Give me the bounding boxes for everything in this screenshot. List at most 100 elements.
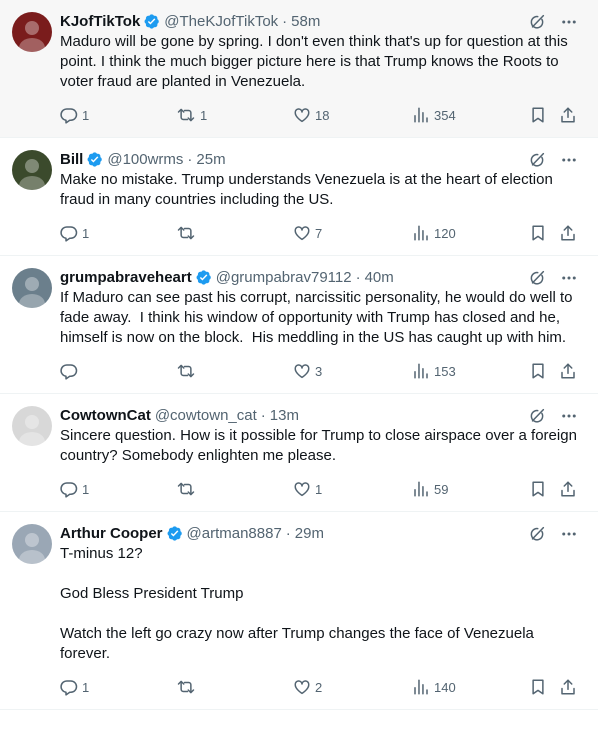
- repost-button[interactable]: [176, 479, 200, 499]
- share-button[interactable]: [559, 479, 577, 499]
- more-icon[interactable]: [560, 269, 578, 292]
- verified-badge-icon: [166, 525, 183, 542]
- user-handle[interactable]: @artman8887: [187, 525, 282, 542]
- like-button[interactable]: 18: [293, 105, 329, 125]
- timestamp[interactable]: 29m: [295, 525, 324, 542]
- grok-icon[interactable]: [528, 269, 546, 292]
- like-button[interactable]: 2: [293, 677, 322, 697]
- action-bar: 1 7 120: [60, 215, 582, 255]
- reply-tweet[interactable]: Bill @100wrms · 25m Make no mistake. Tru…: [0, 138, 598, 256]
- grok-icon[interactable]: [528, 13, 546, 36]
- repost-button[interactable]: 1: [176, 105, 207, 125]
- reply-button[interactable]: 1: [60, 677, 89, 697]
- action-bar: 3 153: [60, 353, 582, 393]
- repost-count: 1: [200, 107, 208, 123]
- views-button[interactable]: 354: [412, 105, 456, 125]
- reply-count: 1: [82, 679, 90, 695]
- grok-icon[interactable]: [528, 525, 546, 548]
- user-handle[interactable]: @TheKJofTikTok: [164, 13, 278, 30]
- reply-button[interactable]: 1: [60, 223, 89, 243]
- like-button[interactable]: 7: [293, 223, 322, 243]
- bookmark-icon: [532, 225, 544, 241]
- share-button[interactable]: [559, 223, 577, 243]
- avatar-image: [12, 524, 52, 564]
- avatar[interactable]: [12, 150, 52, 190]
- verified-badge-icon: [86, 151, 103, 168]
- views-icon: [414, 363, 428, 379]
- bookmark-button[interactable]: [529, 361, 547, 381]
- bookmark-button[interactable]: [529, 479, 547, 499]
- reply-count: 1: [82, 225, 90, 241]
- reply-button[interactable]: [60, 361, 82, 381]
- views-button[interactable]: 140: [412, 677, 456, 697]
- view-count: 59: [434, 481, 449, 497]
- action-bar: 1 1 59: [60, 471, 582, 511]
- repost-icon: [177, 108, 195, 122]
- reply-tweet[interactable]: CowtownCat @cowtown_cat · 13m Sincere qu…: [0, 394, 598, 512]
- more-icon[interactable]: [560, 407, 578, 430]
- avatar[interactable]: [12, 12, 52, 52]
- share-button[interactable]: [559, 105, 577, 125]
- bookmark-button[interactable]: [529, 677, 547, 697]
- views-button[interactable]: 153: [412, 361, 456, 381]
- like-count: 2: [315, 679, 323, 695]
- more-icon[interactable]: [560, 13, 578, 36]
- reply-icon: [60, 680, 78, 696]
- tweet-text: T-minus 12? God Bless President Trump Wa…: [60, 545, 534, 662]
- repost-button[interactable]: [176, 677, 200, 697]
- user-handle[interactable]: @grumpabrav79112: [216, 269, 352, 286]
- share-button[interactable]: [559, 677, 577, 697]
- reply-tweet[interactable]: KJofTikTok @TheKJofTikTok · 58m Maduro w…: [0, 0, 598, 138]
- user-handle[interactable]: @cowtown_cat: [155, 407, 257, 424]
- more-icon[interactable]: [560, 151, 578, 174]
- more-icon[interactable]: [560, 525, 578, 548]
- display-name[interactable]: CowtownCat: [60, 407, 151, 424]
- avatar[interactable]: [12, 524, 52, 564]
- repost-button[interactable]: [176, 361, 200, 381]
- share-button[interactable]: [559, 361, 577, 381]
- reply-icon: [60, 482, 78, 498]
- reply-timeline: KJofTikTok @TheKJofTikTok · 58m Maduro w…: [0, 0, 598, 710]
- avatar[interactable]: [12, 406, 52, 446]
- views-button[interactable]: 120: [412, 223, 456, 243]
- user-handle[interactable]: @100wrms: [107, 151, 183, 168]
- repost-icon: [177, 364, 195, 378]
- reply-tweet[interactable]: grumpabraveheart @grumpabrav79112 · 40m: [0, 256, 598, 394]
- grok-icon[interactable]: [528, 407, 546, 430]
- like-button[interactable]: 3: [293, 361, 322, 381]
- reply-count: 1: [82, 481, 90, 497]
- like-button[interactable]: 1: [293, 479, 322, 499]
- share-icon: [561, 679, 575, 695]
- separator-dot: ·: [282, 12, 288, 30]
- share-icon: [561, 107, 575, 123]
- bookmark-icon: [532, 481, 544, 497]
- display-name[interactable]: grumpabraveheart: [60, 269, 192, 286]
- view-count: 140: [434, 679, 456, 695]
- timestamp[interactable]: 25m: [196, 151, 225, 168]
- tweet-header: grumpabraveheart @grumpabrav79112 · 40m: [60, 267, 582, 287]
- display-name[interactable]: KJofTikTok: [60, 13, 140, 30]
- display-name[interactable]: Arthur Cooper: [60, 525, 163, 542]
- views-button[interactable]: 59: [412, 479, 448, 499]
- view-count: 354: [434, 107, 456, 123]
- timestamp[interactable]: 13m: [270, 407, 299, 424]
- reply-count: 1: [82, 107, 90, 123]
- reply-button[interactable]: 1: [60, 479, 89, 499]
- repost-button[interactable]: [176, 223, 200, 243]
- views-icon: [414, 679, 428, 695]
- avatar[interactable]: [12, 268, 52, 308]
- like-count: 7: [315, 225, 323, 241]
- reply-icon: [60, 226, 78, 242]
- grok-icon[interactable]: [528, 151, 546, 174]
- timestamp[interactable]: 58m: [291, 13, 320, 30]
- bookmark-button[interactable]: [529, 223, 547, 243]
- reply-tweet[interactable]: Arthur Cooper @artman8887 · 29m T-minus …: [0, 512, 598, 710]
- bookmark-button[interactable]: [529, 105, 547, 125]
- display-name[interactable]: Bill: [60, 151, 83, 168]
- avatar-image: [12, 12, 52, 52]
- reply-button[interactable]: 1: [60, 105, 89, 125]
- timestamp[interactable]: 40m: [365, 269, 394, 286]
- header-actions: [528, 151, 578, 174]
- like-count: 18: [315, 107, 330, 123]
- avatar-image: [12, 150, 52, 190]
